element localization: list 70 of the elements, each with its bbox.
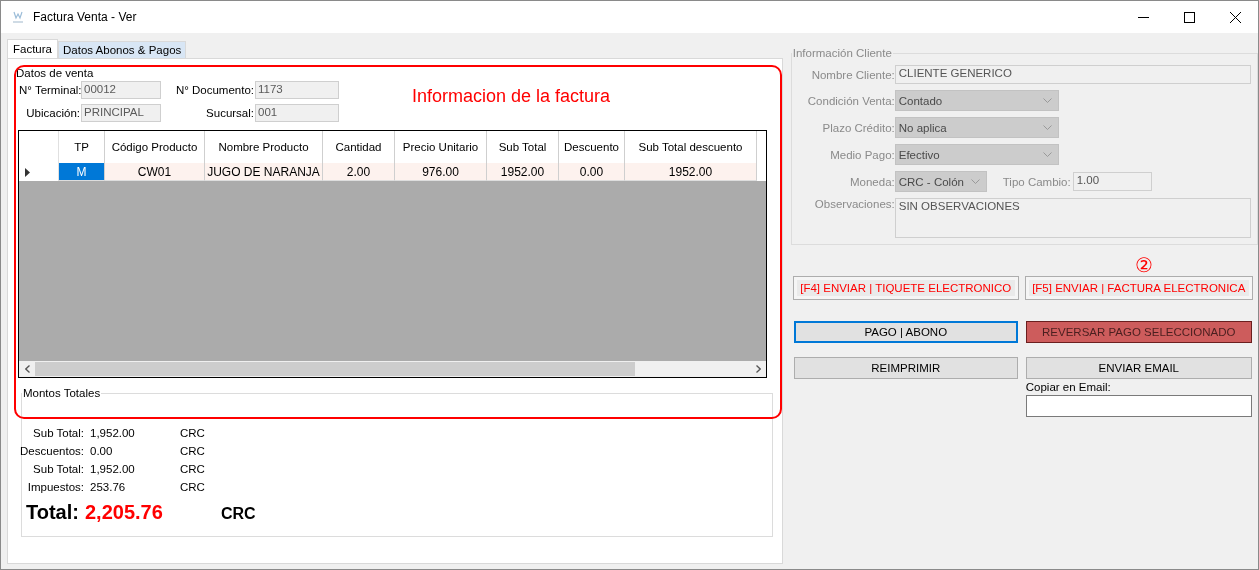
- currency-label: CRC: [180, 445, 206, 457]
- close-icon: [1229, 11, 1241, 23]
- group-title: Información Cliente: [791, 47, 893, 59]
- total-value: 1,952.00: [90, 427, 136, 439]
- chevron-down-icon: [1042, 97, 1052, 104]
- annotation-marker: ②: [1133, 253, 1154, 277]
- observations-field[interactable]: SIN OBSERVACIONES: [894, 198, 1251, 238]
- field-label: Condición Venta:: [806, 94, 895, 107]
- dropdown[interactable]: Contado: [894, 90, 1059, 111]
- maximize-icon: [1183, 11, 1195, 23]
- minimize-icon: [1137, 16, 1149, 18]
- field-label: Copiar en Email:: [1025, 381, 1112, 393]
- field-label: Observaciones:: [813, 198, 895, 210]
- table-cell[interactable]: M: [59, 163, 105, 181]
- readonly-field[interactable]: 001: [255, 104, 339, 122]
- tab[interactable]: Factura: [7, 39, 58, 58]
- total-label: Total:: [26, 501, 79, 524]
- action-button[interactable]: ENVIAR EMAIL: [1025, 357, 1252, 379]
- chevron-down-icon: [1042, 124, 1052, 131]
- table-cell[interactable]: 976.00: [395, 163, 487, 181]
- field-label: N° Documento:: [174, 84, 255, 96]
- email-field[interactable]: [1025, 395, 1252, 417]
- window-title: Factura Venta - Ver: [33, 10, 138, 24]
- total-value: 1,952.00: [90, 463, 136, 475]
- chevron-down-icon: [1042, 151, 1052, 158]
- field-label: Sucursal:: [205, 107, 255, 119]
- scroll-right-icon: [755, 365, 761, 373]
- dropdown[interactable]: Efectivo: [894, 144, 1059, 165]
- table-cell[interactable]: JUGO DE NARANJA: [205, 163, 323, 181]
- total-label: Sub Total:: [32, 427, 85, 439]
- client-name-field[interactable]: CLIENTE GENERICO: [894, 65, 1251, 84]
- currency-label: CRC: [180, 463, 206, 475]
- group-title: Datos de venta: [15, 67, 95, 79]
- table-cell[interactable]: 0.00: [559, 163, 625, 181]
- total-label: Impuestos:: [26, 481, 85, 493]
- action-button[interactable]: REVERSAR PAGO SELECCIONADO: [1025, 321, 1252, 343]
- action-button[interactable]: REIMPRIMIR: [793, 357, 1018, 379]
- total-label: Descuentos:: [19, 445, 85, 457]
- field-label: Plazo Crédito:: [821, 121, 895, 134]
- field-label: Nombre Cliente:: [810, 68, 895, 81]
- table-cell[interactable]: 2.00: [323, 163, 395, 181]
- field-label: Tipo Cambio:: [1002, 175, 1071, 188]
- readonly-field[interactable]: 1173: [255, 81, 339, 99]
- total-label: Sub Total:: [32, 463, 85, 475]
- readonly-field[interactable]: PRINCIPAL: [81, 104, 161, 122]
- scroll-left-icon: [24, 365, 30, 373]
- field-label: N° Terminal:: [19, 84, 81, 96]
- exchange-rate-field[interactable]: 1.00: [1072, 172, 1152, 191]
- total-value: 253.76: [90, 481, 127, 493]
- action-button[interactable]: PAGO | ABONO: [793, 321, 1018, 343]
- field-label: Ubicación:: [25, 107, 81, 119]
- chevron-down-icon: [970, 178, 980, 185]
- readonly-field[interactable]: 00012: [81, 81, 161, 99]
- table-cell[interactable]: 1952.00: [487, 163, 559, 181]
- currency-label: CRC: [180, 481, 206, 493]
- table-cell[interactable]: 1952.00: [625, 163, 757, 181]
- horizontal-scrollbar[interactable]: [19, 361, 766, 377]
- field-label: Medio Pago:: [829, 148, 895, 161]
- table-cell[interactable]: CW01: [105, 163, 205, 181]
- app-icon: [13, 10, 23, 24]
- dropdown[interactable]: No aplica: [894, 117, 1059, 138]
- currency-label: CRC: [220, 505, 256, 523]
- total-value: 0.00: [90, 445, 114, 457]
- annotation-text: Informacion de la factura: [412, 86, 611, 107]
- tab[interactable]: Datos Abonos & Pagos: [58, 41, 187, 58]
- currency-label: CRC: [180, 427, 206, 439]
- grand-total-value: 2,205.76: [84, 501, 164, 524]
- group-title: Montos Totales: [22, 387, 102, 399]
- dropdown[interactable]: CRC - Colón: [894, 171, 987, 192]
- field-label: Moneda:: [849, 175, 895, 188]
